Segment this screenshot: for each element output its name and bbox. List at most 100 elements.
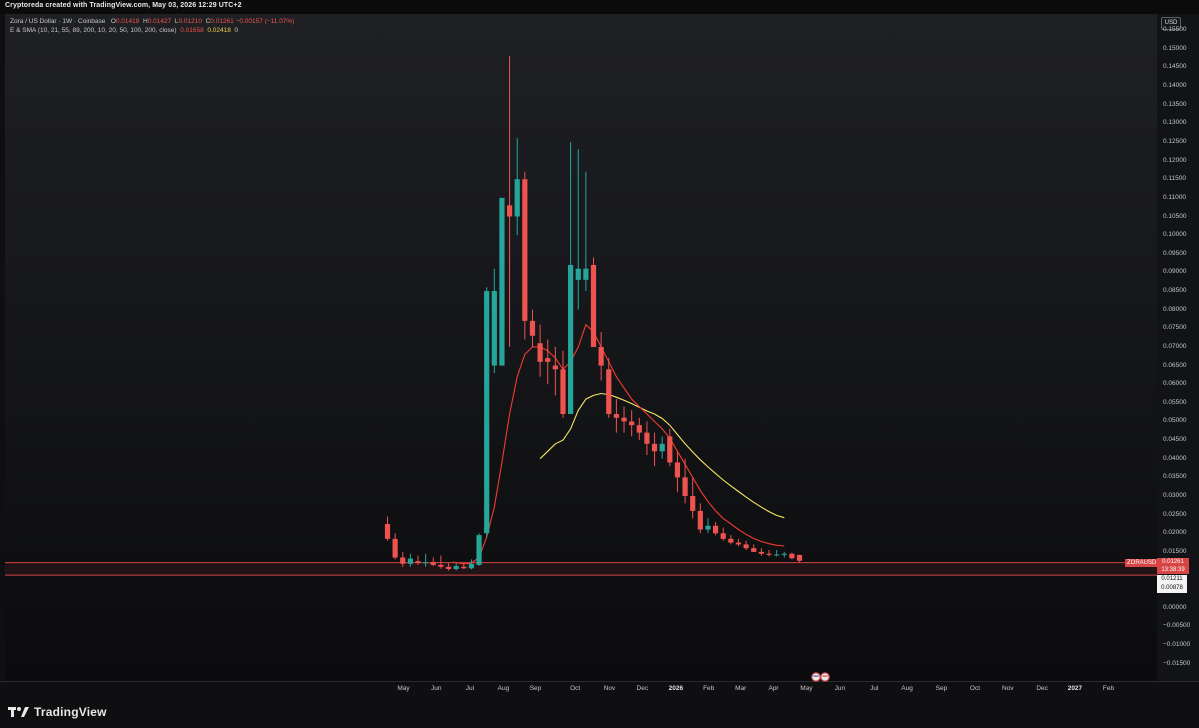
candle-body bbox=[568, 264, 574, 415]
symbol-price-tag: ZORAUSD bbox=[1125, 559, 1159, 567]
candle-body bbox=[796, 554, 803, 561]
y-tick-label: 0.14500 bbox=[1163, 63, 1187, 71]
candle-body bbox=[407, 558, 413, 564]
events-marker[interactable] bbox=[811, 669, 831, 687]
candle-body bbox=[667, 436, 673, 463]
y-tick-label: 0.03000 bbox=[1163, 491, 1187, 499]
candle-body bbox=[461, 566, 467, 569]
x-tick-label: 2026 bbox=[668, 685, 684, 692]
legend-indicator: E & SMA (10, 21, 55, 89, 200, 10, 20, 50… bbox=[10, 27, 177, 34]
y-tick-label: −0.00500 bbox=[1163, 622, 1191, 630]
legend-sma-value: 0.02418 bbox=[207, 27, 231, 34]
candle-body bbox=[644, 432, 650, 444]
candle-body bbox=[560, 369, 566, 415]
candle-body bbox=[537, 343, 543, 362]
candle-body bbox=[613, 414, 619, 418]
flag-icon bbox=[811, 672, 830, 682]
candle-body bbox=[484, 291, 490, 534]
legend-low: L0.01210 bbox=[174, 18, 202, 25]
x-tick-label: Sep bbox=[529, 685, 542, 692]
legend-ema-value: 0.01658 bbox=[180, 27, 204, 34]
candle-body bbox=[712, 525, 719, 534]
candle-body bbox=[774, 554, 780, 556]
candle-body bbox=[506, 205, 513, 217]
x-tick-label: Aug bbox=[901, 685, 913, 692]
candle-body bbox=[766, 553, 772, 555]
x-tick-label: Jul bbox=[465, 685, 475, 692]
y-tick-label: 0.10000 bbox=[1163, 231, 1187, 239]
candle-body bbox=[590, 264, 597, 347]
y-tick-label: 0.08000 bbox=[1163, 305, 1187, 313]
candle-body bbox=[522, 179, 528, 321]
x-tick-label: Aug bbox=[497, 685, 510, 692]
last-price-tag: 0.01261 13:38:39 bbox=[1157, 558, 1189, 574]
candle-body bbox=[743, 544, 749, 549]
x-tick-label: Jun bbox=[834, 685, 846, 692]
candle-body bbox=[514, 179, 520, 217]
x-tick-label: Jun bbox=[431, 685, 442, 692]
candle-body bbox=[728, 538, 734, 543]
x-tick-label: Feb bbox=[1102, 685, 1115, 692]
last-price: 0.01261 bbox=[1162, 559, 1184, 565]
x-tick-label: Oct bbox=[570, 685, 581, 692]
footer: TradingView bbox=[0, 697, 1199, 728]
y-tick-label: 0.02500 bbox=[1163, 510, 1187, 518]
x-tick-label: Jul bbox=[870, 685, 879, 692]
x-tick-label: Mar bbox=[735, 685, 747, 692]
y-tick-label: 0.01500 bbox=[1163, 547, 1187, 555]
y-tick-label: 0.11500 bbox=[1163, 175, 1187, 183]
candle-body bbox=[499, 197, 505, 366]
x-tick-label: Oct bbox=[969, 685, 981, 692]
x-tick-label: Nov bbox=[603, 685, 616, 692]
legend-change: −0.00157 (−11.07%) bbox=[235, 18, 295, 25]
y-tick-label: 0.08500 bbox=[1163, 287, 1187, 295]
x-tick-label: Nov bbox=[1002, 685, 1014, 692]
x-tick-label: 2027 bbox=[1067, 685, 1083, 692]
candle-body bbox=[720, 533, 726, 539]
candle-body bbox=[476, 535, 482, 565]
candle-body bbox=[629, 421, 635, 426]
candle-body bbox=[392, 538, 398, 558]
y-tick-label: 0.09500 bbox=[1163, 249, 1187, 257]
candle-body bbox=[674, 462, 681, 478]
y-tick-label: 0.02000 bbox=[1163, 529, 1187, 537]
x-tick-label: Dec bbox=[1036, 685, 1048, 692]
candle-body bbox=[781, 553, 787, 555]
y-tick-label: 0.04000 bbox=[1163, 454, 1187, 462]
candle-body bbox=[445, 566, 452, 570]
y-tick-label: 0.06000 bbox=[1163, 380, 1187, 388]
x-tick-label: Sep bbox=[935, 685, 948, 692]
y-tick-label: 0.09000 bbox=[1163, 268, 1187, 276]
y-tick-label: −0.01500 bbox=[1163, 659, 1191, 667]
y-tick-label: −0.01000 bbox=[1163, 641, 1191, 649]
candle-body bbox=[430, 561, 436, 565]
legend-high: H0.01427 bbox=[143, 18, 172, 25]
candle-body bbox=[552, 365, 558, 370]
candle-body bbox=[583, 268, 589, 280]
candle-body bbox=[636, 425, 642, 433]
candle-body bbox=[659, 443, 665, 452]
candle-body bbox=[491, 291, 497, 366]
y-tick-label: 0.13500 bbox=[1163, 100, 1187, 108]
x-tick-label: Dec bbox=[636, 685, 649, 692]
y-tick-label: 0.15000 bbox=[1163, 44, 1187, 52]
y-tick-label: 0.03500 bbox=[1163, 473, 1187, 481]
candle-body bbox=[423, 562, 429, 564]
candle-body bbox=[545, 358, 551, 362]
x-tick-label: May bbox=[397, 685, 410, 692]
legend-symbol: Zora / US Dollar · 1W · Coinbase bbox=[10, 18, 106, 25]
candle-body bbox=[438, 564, 444, 567]
candle-body bbox=[384, 523, 391, 539]
candle-body bbox=[789, 553, 795, 559]
y-tick-label: 0.10500 bbox=[1163, 212, 1187, 220]
candle-body bbox=[682, 477, 688, 496]
x-tick-label: Feb bbox=[703, 685, 715, 692]
support-zone bbox=[5, 562, 1157, 576]
zone-bottom-tag: 0.00878 bbox=[1157, 584, 1187, 593]
y-tick-label: 0.06500 bbox=[1163, 361, 1187, 369]
candle-body bbox=[468, 563, 475, 569]
tradingview-logo[interactable]: TradingView bbox=[8, 705, 107, 719]
candle-body bbox=[697, 510, 703, 530]
candlestick-chart bbox=[5, 56, 1157, 576]
y-tick-label: 0.00000 bbox=[1163, 603, 1187, 611]
